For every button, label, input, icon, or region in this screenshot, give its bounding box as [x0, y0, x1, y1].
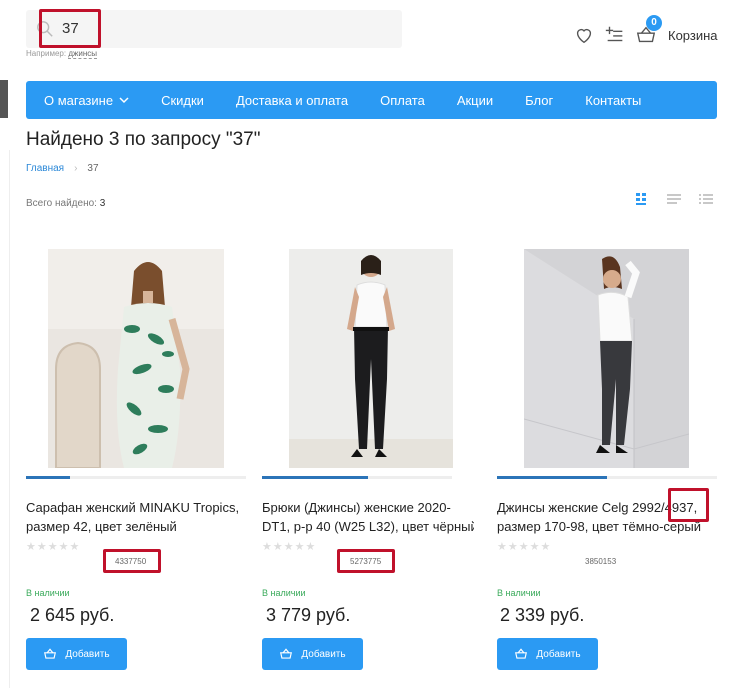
list-view-icon[interactable] — [666, 192, 682, 206]
sku-highlight-box — [337, 549, 395, 573]
product-price: 3 779 руб. — [266, 605, 351, 625]
main-nav: О магазине Скидки Доставка и оплата Опла… — [26, 81, 717, 119]
woman-black-jeans-photo — [289, 249, 453, 468]
nav-item-discounts[interactable]: Скидки — [145, 93, 220, 108]
product-name[interactable]: Сарафан женский MINAKU Tropics, размер 4… — [26, 498, 256, 536]
rating-stars[interactable]: ★★★★★ — [26, 540, 80, 553]
product-name-line: размер 42, цвет зелёный — [26, 519, 177, 534]
nav-item-payment[interactable]: Оплата — [364, 93, 441, 108]
product-name-line: Брюки (Джинсы) женские 2020- — [262, 500, 451, 515]
cart-count-badge: 0 — [646, 15, 662, 31]
search-hint-prefix: Например: — [26, 49, 67, 58]
stock-status: В наличии — [26, 588, 70, 598]
left-panel-edge — [0, 80, 8, 118]
left-panel-divider — [0, 150, 10, 688]
name-highlight-box — [668, 488, 709, 522]
rating-stars[interactable]: ★★★★★ — [262, 540, 316, 553]
results-count: Всего найдено: 3 — [26, 198, 105, 209]
product-price: 2 645 руб. — [30, 605, 115, 625]
stock-status: В наличии — [497, 588, 541, 598]
add-button-label: Добавить — [65, 648, 110, 660]
results-number: 3 — [99, 198, 106, 209]
nav-item-blog[interactable]: Блог — [509, 93, 569, 108]
product-name-line: DT1, р-р 40 (W25 L32), цвет чёрный — [262, 519, 474, 534]
add-to-cart-button[interactable]: Добавить — [262, 638, 363, 670]
add-button-label: Добавить — [301, 648, 346, 660]
breadcrumb-home[interactable]: Главная — [26, 163, 64, 174]
search-highlight-box — [39, 9, 101, 48]
cart-icon — [515, 648, 528, 659]
nav-item-contacts[interactable]: Контакты — [569, 93, 657, 108]
compare-icon[interactable] — [604, 24, 626, 46]
product-image[interactable] — [289, 249, 453, 468]
nav-item-about[interactable]: О магазине — [26, 93, 145, 108]
woman-grey-jeans-photo — [524, 249, 689, 468]
image-slider-indicator — [262, 476, 452, 479]
stock-status: В наличии — [262, 588, 306, 598]
product-name-line: Сарафан женский MINAKU Tropics, — [26, 500, 240, 515]
nav-item-promotions[interactable]: Акции — [441, 93, 509, 108]
cart-icon — [44, 648, 57, 659]
results-label: Всего найдено: — [26, 198, 97, 209]
add-to-cart-button[interactable]: Добавить — [497, 638, 598, 670]
product-image[interactable] — [524, 249, 689, 468]
cart-link[interactable]: Корзина — [668, 28, 718, 43]
image-slider-indicator — [497, 476, 717, 479]
chevron-right-icon: › — [74, 163, 78, 174]
breadcrumb-current: 37 — [87, 163, 99, 174]
nav-item-delivery[interactable]: Доставка и оплата — [220, 93, 364, 108]
search-hint-example[interactable]: джинсы — [68, 49, 97, 59]
product-name[interactable]: Брюки (Джинсы) женские 2020- DT1, р-р 40… — [262, 498, 474, 536]
product-image[interactable] — [48, 249, 224, 468]
image-slider-indicator — [26, 476, 246, 479]
product-sku: 3850153 — [585, 557, 617, 566]
cart-icon — [280, 648, 293, 659]
nav-item-label: О магазине — [44, 92, 114, 108]
breadcrumb: Главная › 37 — [26, 163, 99, 174]
product-price: 2 339 руб. — [500, 605, 585, 625]
search-hint: Например: джинсы — [26, 49, 97, 59]
heart-icon[interactable] — [573, 24, 595, 46]
page-title: Найдено 3 по запросу "37" — [26, 129, 261, 150]
rating-stars[interactable]: ★★★★★ — [497, 540, 551, 553]
add-button-label: Добавить — [536, 648, 581, 660]
table-view-icon[interactable] — [698, 192, 714, 206]
sku-highlight-box — [103, 549, 161, 573]
woman-floral-dress-photo — [48, 249, 224, 468]
chevron-down-icon — [119, 97, 129, 104]
add-to-cart-button[interactable]: Добавить — [26, 638, 127, 670]
grid-view-icon[interactable] — [635, 192, 651, 206]
